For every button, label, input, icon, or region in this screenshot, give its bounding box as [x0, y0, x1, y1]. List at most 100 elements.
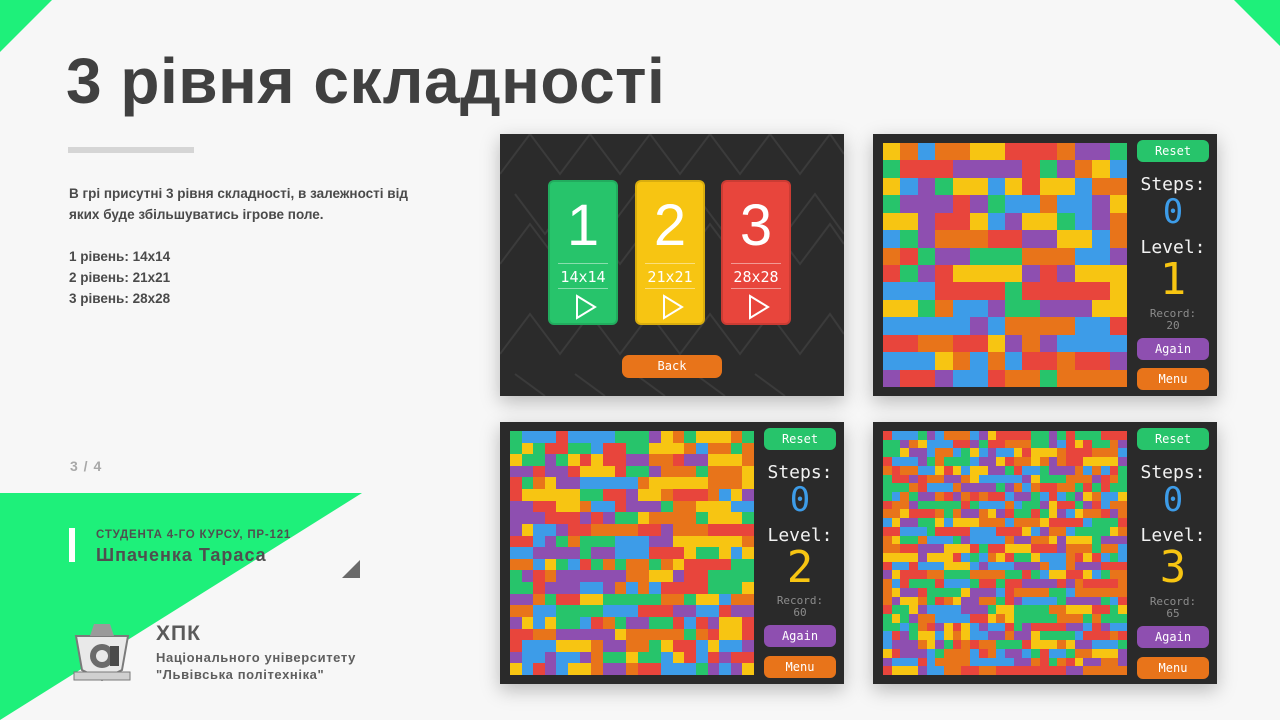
grid-cell [1066, 666, 1075, 675]
grid-cell [935, 230, 953, 248]
grid-cell [591, 628, 603, 641]
grid-cell [952, 282, 971, 300]
grid-cell [591, 442, 603, 455]
grid-cell [917, 143, 936, 161]
grid-cell [935, 282, 953, 300]
grid-cell [909, 448, 918, 458]
reset-button[interactable]: Reset [764, 428, 836, 450]
grid-cell [1013, 457, 1023, 466]
grid-cell [1074, 317, 1093, 335]
level-1-card[interactable]: 1 14x14 [548, 180, 618, 325]
grid-cell [926, 596, 936, 606]
grid-cell [672, 651, 685, 664]
grid-cell [1100, 587, 1110, 597]
grid-cell [1005, 212, 1023, 231]
grid-cell [510, 593, 522, 606]
grid-cell [707, 500, 720, 513]
menu-button[interactable]: Menu [1137, 368, 1209, 390]
grid-cell [742, 628, 754, 641]
grid-cell [1039, 369, 1058, 387]
grid-cell [1092, 622, 1101, 632]
grid-cell [568, 605, 580, 617]
menu-button[interactable]: Menu [1137, 657, 1209, 679]
grid-cell [935, 160, 953, 178]
grid-cell [970, 561, 979, 571]
grid-cell [533, 616, 545, 629]
grid-cell [952, 299, 971, 318]
grid-cell [1031, 640, 1040, 649]
grid-cell [510, 582, 522, 594]
grid-cell [978, 492, 988, 501]
grid-cell [719, 454, 731, 466]
grid-cell [579, 547, 592, 559]
level-2-card[interactable]: 2 21x21 [635, 180, 705, 325]
reset-button[interactable]: Reset [1137, 140, 1209, 162]
grid-cell [1039, 596, 1049, 606]
grid-cell [891, 544, 901, 553]
grid-cell [649, 489, 662, 501]
grid-cell [944, 544, 953, 553]
grid-cell [909, 631, 918, 641]
grid-cell [1118, 579, 1127, 588]
grid-cell [883, 526, 892, 536]
grid-cell [626, 500, 638, 513]
grid-cell [970, 265, 988, 283]
grid-cell [961, 544, 971, 553]
grid-cell [1039, 492, 1049, 501]
again-button[interactable]: Again [1137, 338, 1209, 360]
menu-button[interactable]: Menu [764, 656, 836, 678]
grid-cell [952, 561, 962, 571]
grid-cell [579, 512, 592, 524]
grid-cell [1039, 509, 1049, 519]
grid-cell [1100, 465, 1110, 475]
grid-cell [556, 640, 569, 652]
grid-cell [970, 640, 979, 649]
grid-cell [730, 431, 743, 443]
grid-cell [1005, 457, 1014, 466]
grid-cell [952, 640, 962, 649]
grid-cell [510, 523, 522, 536]
grid-cell [909, 622, 918, 632]
grid-cell [987, 596, 997, 606]
again-button[interactable]: Again [764, 625, 836, 647]
grid-cell [1039, 657, 1049, 667]
grid-cell [944, 605, 953, 614]
grid-cell [970, 352, 988, 370]
grid-cell [900, 526, 910, 536]
grid-cell [1031, 614, 1040, 623]
reset-button[interactable]: Reset [1137, 428, 1209, 450]
level-3-card[interactable]: 3 28x28 [721, 180, 791, 325]
grid-cell [900, 587, 910, 597]
grid-cell [970, 518, 979, 527]
grid-cell [1109, 640, 1119, 649]
grid-cell [533, 593, 545, 606]
back-button[interactable]: Back [622, 355, 722, 378]
grid-cell [917, 579, 927, 588]
again-button[interactable]: Again [1137, 626, 1209, 648]
grid-cell [1074, 526, 1084, 536]
grid-cell [891, 500, 901, 510]
level-grid-size: 14x14 [560, 268, 606, 286]
grid-cell [626, 523, 638, 536]
grid-cell [1118, 648, 1127, 658]
grid-cell [1066, 544, 1075, 553]
grid-cell [719, 663, 731, 675]
grid-cell [883, 587, 892, 597]
grid-cell [1013, 666, 1023, 675]
grid-cell [707, 523, 720, 536]
grid-cell [1031, 518, 1040, 527]
grid-cell [1074, 483, 1084, 492]
level-list: 1 рівень: 14x14 2 рівень: 21x21 3 рівень… [69, 246, 170, 309]
grid-cell [742, 454, 754, 466]
grid-cell [970, 526, 979, 536]
grid-cell [952, 439, 962, 449]
grid-cell [944, 474, 953, 484]
grid-cell [944, 587, 953, 597]
grid-cell [1109, 247, 1127, 265]
grid-cell [591, 593, 603, 606]
grid-cell [1083, 614, 1093, 623]
grid-cell [544, 523, 557, 536]
grid-cell [987, 431, 997, 440]
grid-cell [917, 160, 936, 178]
grid-cell [544, 454, 557, 466]
